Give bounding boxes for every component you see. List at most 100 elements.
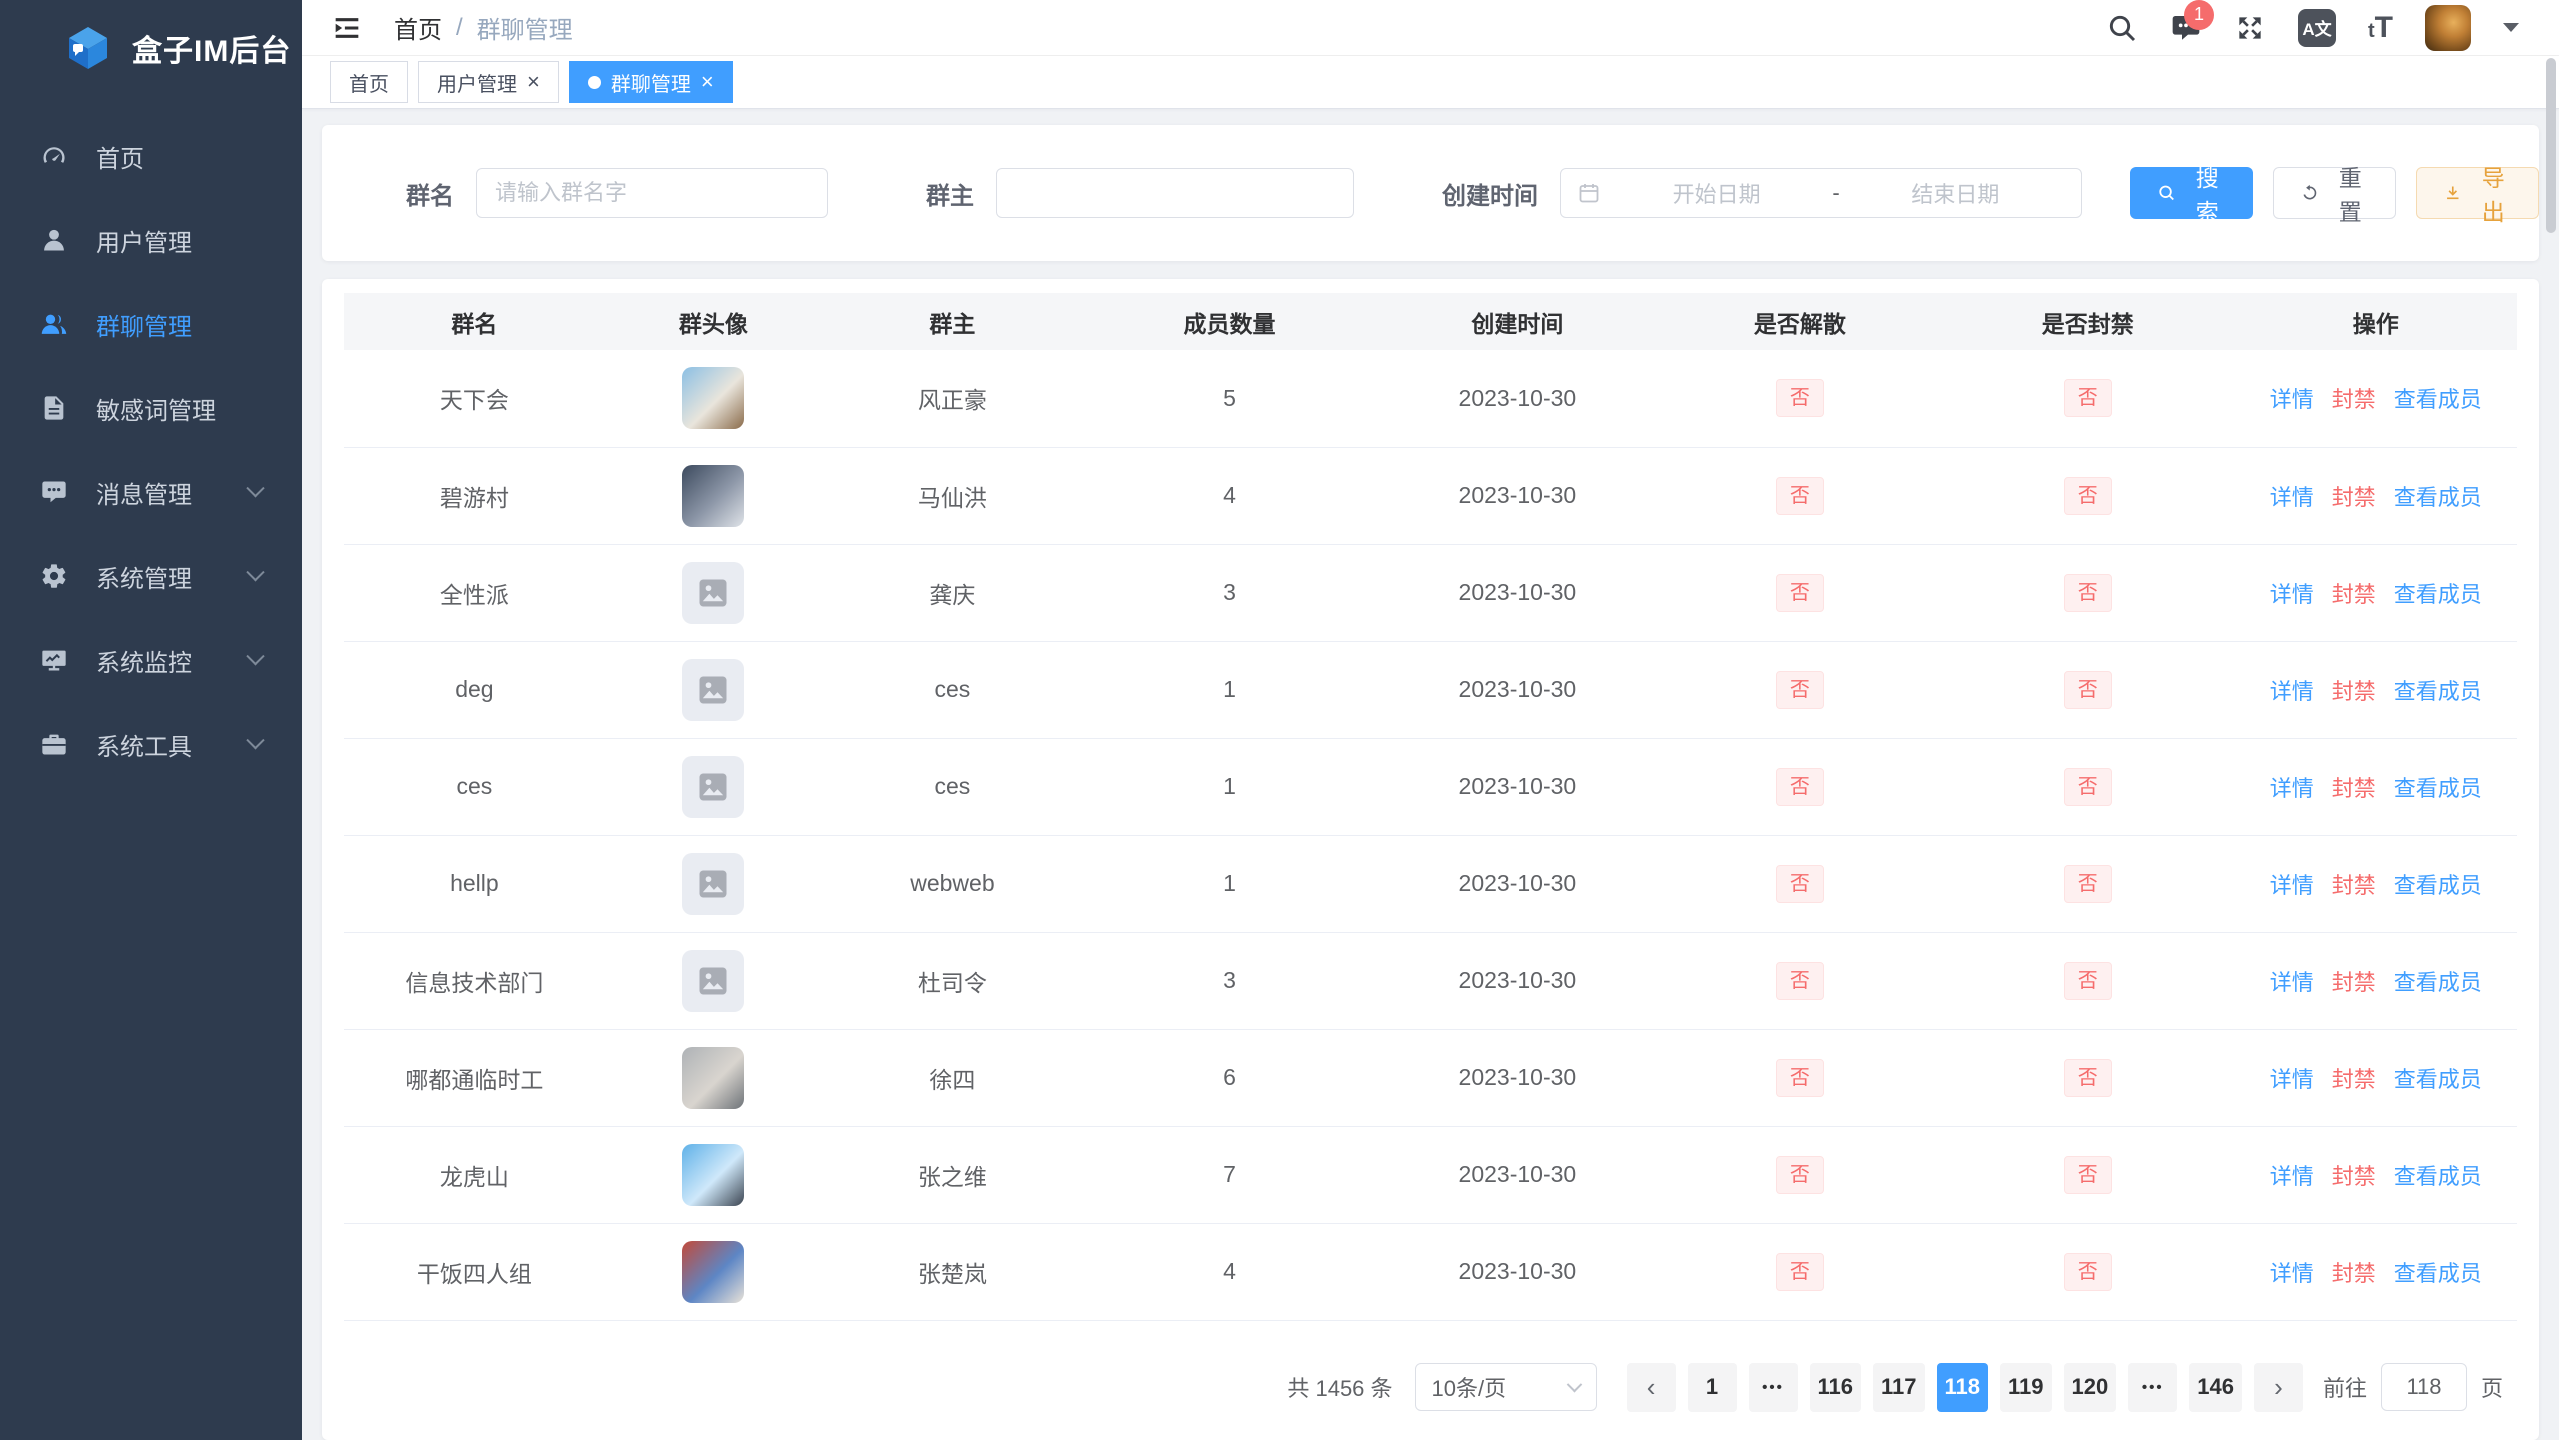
app-logo[interactable]: 盒子IM后台 [0, 0, 302, 96]
reset-button[interactable]: 重置 [2273, 167, 2396, 219]
user-menu-caret-icon[interactable] [2503, 23, 2519, 32]
goto-page-input[interactable] [2381, 1363, 2467, 1411]
view-members-link[interactable]: 查看成员 [2394, 485, 2482, 510]
pagination: 共 1456 条 10条/页 ‹ 1•••116117118119120•••1… [344, 1334, 2517, 1440]
created-date: 2023-10-30 [1376, 932, 1658, 1029]
ban-link[interactable]: 封禁 [2332, 873, 2376, 898]
sidebar-item-monitor[interactable]: 系统监控 [0, 618, 302, 702]
detail-link[interactable]: 详情 [2270, 679, 2314, 704]
group-owner: ces [822, 738, 1083, 835]
page-button-116[interactable]: 116 [1810, 1363, 1862, 1412]
dissolved-cell: 否 [1659, 641, 1941, 738]
more-pages-icon[interactable]: ••• [2128, 1363, 2177, 1412]
banned-cell: 否 [1941, 1029, 2234, 1126]
sidebar-item-chat[interactable]: 消息管理 [0, 450, 302, 534]
group-name: deg [344, 641, 605, 738]
detail-link[interactable]: 详情 [2270, 1067, 2314, 1092]
detail-link[interactable]: 详情 [2270, 1261, 2314, 1286]
breadcrumb-home[interactable]: 首页 [394, 10, 442, 45]
view-members-link[interactable]: 查看成员 [2394, 776, 2482, 801]
close-icon[interactable]: × [527, 71, 540, 93]
group-name-input[interactable] [476, 168, 828, 218]
search-button[interactable]: 搜索 [2130, 167, 2253, 219]
page-size-select[interactable]: 10条/页 [1415, 1363, 1597, 1411]
sidebar-item-toolbox[interactable]: 系统工具 [0, 702, 302, 786]
sidebar-item-gear[interactable]: 系统管理 [0, 534, 302, 618]
detail-link[interactable]: 详情 [2270, 485, 2314, 510]
font-size-icon[interactable]: tT [2368, 13, 2393, 43]
ban-link[interactable]: 封禁 [2332, 1164, 2376, 1189]
sidebar-item-label: 系统管理 [96, 559, 192, 594]
user-avatar[interactable] [2425, 5, 2471, 51]
ban-link[interactable]: 封禁 [2332, 776, 2376, 801]
search-icon[interactable] [2106, 12, 2138, 44]
detail-link[interactable]: 详情 [2270, 1164, 2314, 1189]
ban-link[interactable]: 封禁 [2332, 1261, 2376, 1286]
user-icon [40, 226, 68, 254]
column-header: 是否解散 [1659, 293, 1941, 350]
ban-link[interactable]: 封禁 [2332, 582, 2376, 607]
page-button-120[interactable]: 120 [2064, 1363, 2117, 1412]
language-icon[interactable]: A文 [2298, 9, 2336, 47]
group-name-label: 群名 [406, 176, 454, 211]
view-members-link[interactable]: 查看成员 [2394, 387, 2482, 412]
next-page-button[interactable]: › [2254, 1363, 2303, 1412]
created-date: 2023-10-30 [1376, 1029, 1658, 1126]
fullscreen-icon[interactable] [2234, 12, 2266, 44]
view-members-link[interactable]: 查看成员 [2394, 582, 2482, 607]
chat-icon [40, 478, 68, 506]
users-icon [40, 310, 68, 338]
ban-link[interactable]: 封禁 [2332, 1067, 2376, 1092]
ban-link[interactable]: 封禁 [2332, 679, 2376, 704]
group-owner-input[interactable] [996, 168, 1354, 218]
detail-link[interactable]: 详情 [2270, 873, 2314, 898]
sidebar-item-user[interactable]: 用户管理 [0, 198, 302, 282]
view-members-link[interactable]: 查看成员 [2394, 1067, 2482, 1092]
column-header: 群主 [822, 293, 1083, 350]
page-button-146[interactable]: 146 [2189, 1363, 2242, 1412]
page-button-117[interactable]: 117 [1873, 1363, 1925, 1412]
page-button-118[interactable]: 118 [1937, 1363, 1989, 1412]
detail-link[interactable]: 详情 [2270, 970, 2314, 995]
tab-home[interactable]: 首页 [330, 61, 408, 103]
member-count: 1 [1083, 738, 1376, 835]
ban-link[interactable]: 封禁 [2332, 387, 2376, 412]
banned-cell: 否 [1941, 835, 2234, 932]
table-row: 信息技术部门杜司令32023-10-30否否详情封禁查看成员 [344, 932, 2517, 1029]
detail-link[interactable]: 详情 [2270, 776, 2314, 801]
tab-user-management[interactable]: 用户管理× [418, 61, 559, 103]
prev-page-button[interactable]: ‹ [1627, 1363, 1676, 1412]
collapse-sidebar-icon[interactable] [330, 11, 364, 45]
ban-link[interactable]: 封禁 [2332, 970, 2376, 995]
export-button[interactable]: 导出 [2416, 167, 2539, 219]
date-range-picker[interactable]: 开始日期 - 结束日期 [1560, 168, 2082, 218]
tab-group-management[interactable]: 群聊管理× [569, 61, 733, 103]
view-members-link[interactable]: 查看成员 [2394, 679, 2482, 704]
scrollbar-thumb[interactable] [2546, 58, 2556, 233]
member-count: 4 [1083, 447, 1376, 544]
sidebar-item-users[interactable]: 群聊管理 [0, 282, 302, 366]
messages-icon[interactable]: 1 [2170, 12, 2202, 44]
view-members-link[interactable]: 查看成员 [2394, 1261, 2482, 1286]
view-members-link[interactable]: 查看成员 [2394, 873, 2482, 898]
ban-link[interactable]: 封禁 [2332, 485, 2376, 510]
page-button-1[interactable]: 1 [1688, 1363, 1737, 1412]
banned-badge: 否 [2064, 1059, 2112, 1097]
sidebar-item-label: 消息管理 [96, 475, 192, 510]
view-members-link[interactable]: 查看成员 [2394, 970, 2482, 995]
start-date-placeholder: 开始日期 [1607, 177, 1826, 209]
member-count: 5 [1083, 350, 1376, 447]
dissolved-cell: 否 [1659, 932, 1941, 1029]
detail-link[interactable]: 详情 [2270, 582, 2314, 607]
group-owner-label: 群主 [926, 176, 974, 211]
sidebar-item-document[interactable]: 敏感词管理 [0, 366, 302, 450]
close-icon[interactable]: × [701, 71, 714, 93]
view-members-link[interactable]: 查看成员 [2394, 1164, 2482, 1189]
sidebar-item-dashboard[interactable]: 首页 [0, 114, 302, 198]
detail-link[interactable]: 详情 [2270, 387, 2314, 412]
row-actions: 详情封禁查看成员 [2234, 1126, 2517, 1223]
table-header-row: 群名群头像群主成员数量创建时间是否解散是否封禁操作 [344, 293, 2517, 350]
more-pages-icon[interactable]: ••• [1749, 1363, 1798, 1412]
banned-cell: 否 [1941, 1126, 2234, 1223]
page-button-119[interactable]: 119 [2000, 1363, 2052, 1412]
